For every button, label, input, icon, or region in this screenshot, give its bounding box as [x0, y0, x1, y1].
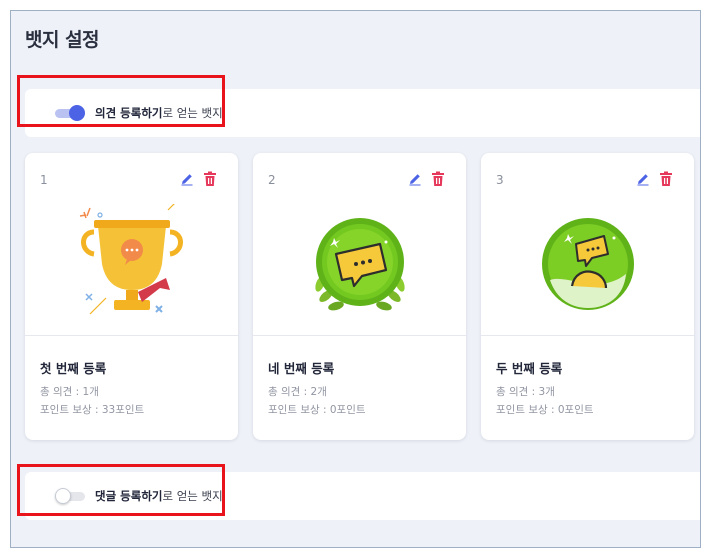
- badge-card: 2 네 번째 등록 총 의견 : 2개 포인트 보상 : 0포인트: [253, 153, 466, 440]
- badge-point-reward: 포인트 보상 : 33포인트: [40, 404, 145, 416]
- badge-point-reward: 포인트 보상 : 0포인트: [496, 404, 594, 416]
- green-laurel-badge-icon: [314, 218, 405, 311]
- badge-image: [253, 195, 466, 333]
- badge-opinion-count: 총 의견 : 3개: [496, 386, 555, 398]
- badge-point-reward: 포인트 보상 : 0포인트: [268, 404, 366, 416]
- pencil-icon[interactable]: [408, 172, 422, 186]
- card-divider: [253, 335, 466, 336]
- highlight-box: [17, 464, 225, 516]
- trash-icon[interactable]: [203, 171, 217, 187]
- page-title: 뱃지 설정: [25, 29, 100, 51]
- badge-opinion-count: 총 의견 : 2개: [268, 386, 327, 398]
- card-divider: [25, 335, 238, 336]
- card-divider: [481, 335, 694, 336]
- badge-number: 1: [40, 173, 48, 187]
- badge-image: [481, 195, 694, 333]
- badge-title: 첫 번째 등록: [40, 361, 107, 376]
- badge-card: 1 첫 번째 등록 총 의견: 1개 포인트 보상: 33포인트: [25, 153, 238, 440]
- trophy-badge-icon: [79, 204, 183, 315]
- pencil-icon[interactable]: [180, 172, 194, 186]
- badge-title: 네 번째 등록: [268, 361, 335, 376]
- badge-number: 3: [496, 173, 504, 187]
- trash-icon[interactable]: [659, 171, 673, 187]
- badge-number: 2: [268, 173, 276, 187]
- badge-title: 두 번째 등록: [496, 361, 563, 376]
- highlight-box: [17, 75, 225, 127]
- trash-icon[interactable]: [431, 171, 445, 187]
- pencil-icon[interactable]: [636, 172, 650, 186]
- green-ring-badge-icon: [541, 218, 634, 310]
- badge-image: [25, 195, 238, 333]
- badge-opinion-count: 총 의견 : 1개: [40, 386, 99, 398]
- badge-card: 3 두 번째 등록 총 의견 : 3개 포인트 보상 : 0포인트: [481, 153, 694, 440]
